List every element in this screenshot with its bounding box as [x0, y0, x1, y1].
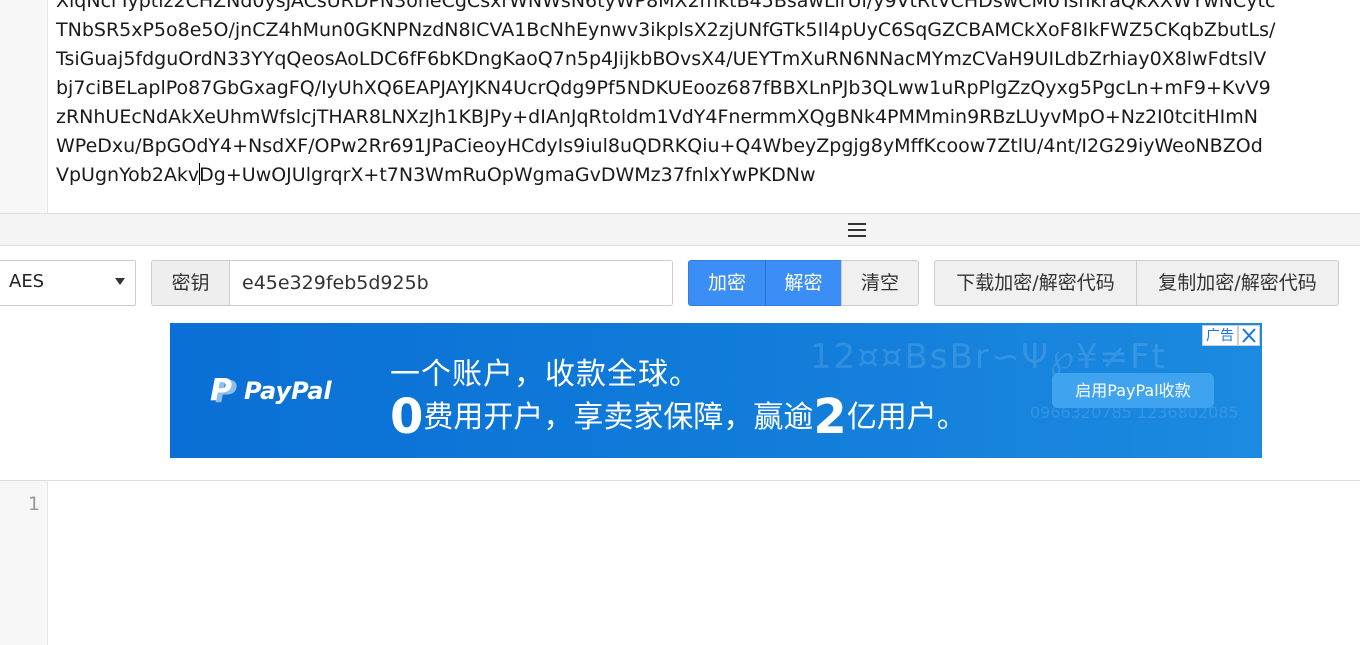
ad-subtext-1: 费用开户，享卖家保障，赢逾 [423, 400, 814, 435]
toolbar: AES 密钥 e45e329feb5d925b 加密 解密 清空 下载加密/解密… [0, 246, 1360, 320]
ad-cta-button[interactable]: 启用PayPal收款 [1052, 373, 1214, 408]
download-code-button[interactable]: 下载加密/解密代码 [934, 260, 1137, 306]
ad-number-two: 2 [813, 389, 847, 445]
ad-headline: 一个账户，收款全球。 [390, 357, 700, 392]
code-text-before-cursor: VpUgnYob2Akv [56, 164, 200, 186]
ad-banner[interactable]: 12¤¤BsBr∽Ψ℘¥≠Ft 0966320785 1236802085 PP… [170, 323, 1262, 458]
decrypt-button[interactable]: 解密 [765, 260, 842, 306]
output-editor-gutter: 1 [0, 481, 48, 645]
clear-button[interactable]: 清空 [841, 260, 919, 306]
ad-subheadline: 0费用开户，享卖家保障，赢逾2亿用户。 [390, 389, 967, 445]
line-number: 1 [27, 493, 40, 515]
code-line: TsiGuaj5fdguOrdN33YYqQeosAoLDC6fF6bKDngK… [56, 48, 1267, 70]
code-text-after-cursor: Dg+UwOJUlgrqrX+t7N3WmRuOpWgmaGvDWMz37fnl… [199, 164, 816, 186]
key-label: 密钥 [152, 261, 230, 305]
input-editor-content[interactable]: XlqNcrTyptiz2CHZNd0ysJACsURDPN3oneCgCsxr… [56, 0, 1275, 190]
paypal-wordmark: PayPal [244, 377, 332, 405]
encrypt-button[interactable]: 加密 [688, 260, 766, 306]
resize-handle-bar[interactable] [0, 214, 1360, 246]
dropdown-arrow-icon [115, 278, 125, 285]
code-line: bj7ciBELaplPo87GbGxagFQ/IyUhXQ6EAPJAYJKN… [56, 77, 1271, 99]
code-line: zRNhUEcNdAkXeUhmWfslcjTHAR8LNXzJh1KBJPy+… [56, 106, 1258, 128]
code-line: XlqNcrTyptiz2CHZNd0ysJACsURDPN3oneCgCsxr… [56, 0, 1276, 12]
hamburger-menu-icon[interactable] [848, 223, 866, 237]
algorithm-select[interactable]: AES [0, 260, 136, 306]
output-editor[interactable]: 1 [0, 480, 1360, 645]
ad-label-badge[interactable]: 广告 [1202, 325, 1238, 346]
input-editor-gutter [0, 0, 48, 213]
algorithm-selected-value: AES [9, 271, 45, 292]
code-line: TNbSR5xP5o8e5O/jnCZ4hMun0GKNPNzdN8ICVA1B… [56, 19, 1276, 41]
ad-subtext-2: 亿用户。 [846, 400, 967, 435]
copy-code-button[interactable]: 复制加密/解密代码 [1136, 260, 1339, 306]
ad-number-zero: 0 [390, 389, 424, 445]
code-line-with-cursor: VpUgnYob2AkvDg+UwOJUlgrqrX+t7N3WmRuOpWgm… [56, 161, 1275, 190]
input-editor[interactable]: XlqNcrTyptiz2CHZNd0ysJACsURDPN3oneCgCsxr… [0, 0, 1360, 214]
key-input-group: 密钥 e45e329feb5d925b [151, 260, 673, 306]
code-line: WPeDxu/BpGOdY4+NsdXF/OPw2Rr691JPaCieoyHC… [56, 135, 1263, 157]
key-input[interactable]: e45e329feb5d925b [230, 261, 672, 305]
ad-decoration: 12¤¤BsBr∽Ψ℘¥≠Ft [810, 337, 1167, 377]
close-icon[interactable] [1238, 325, 1260, 346]
paypal-logo: PP PayPal [210, 374, 332, 408]
paypal-mark-icon: PP [210, 373, 237, 410]
